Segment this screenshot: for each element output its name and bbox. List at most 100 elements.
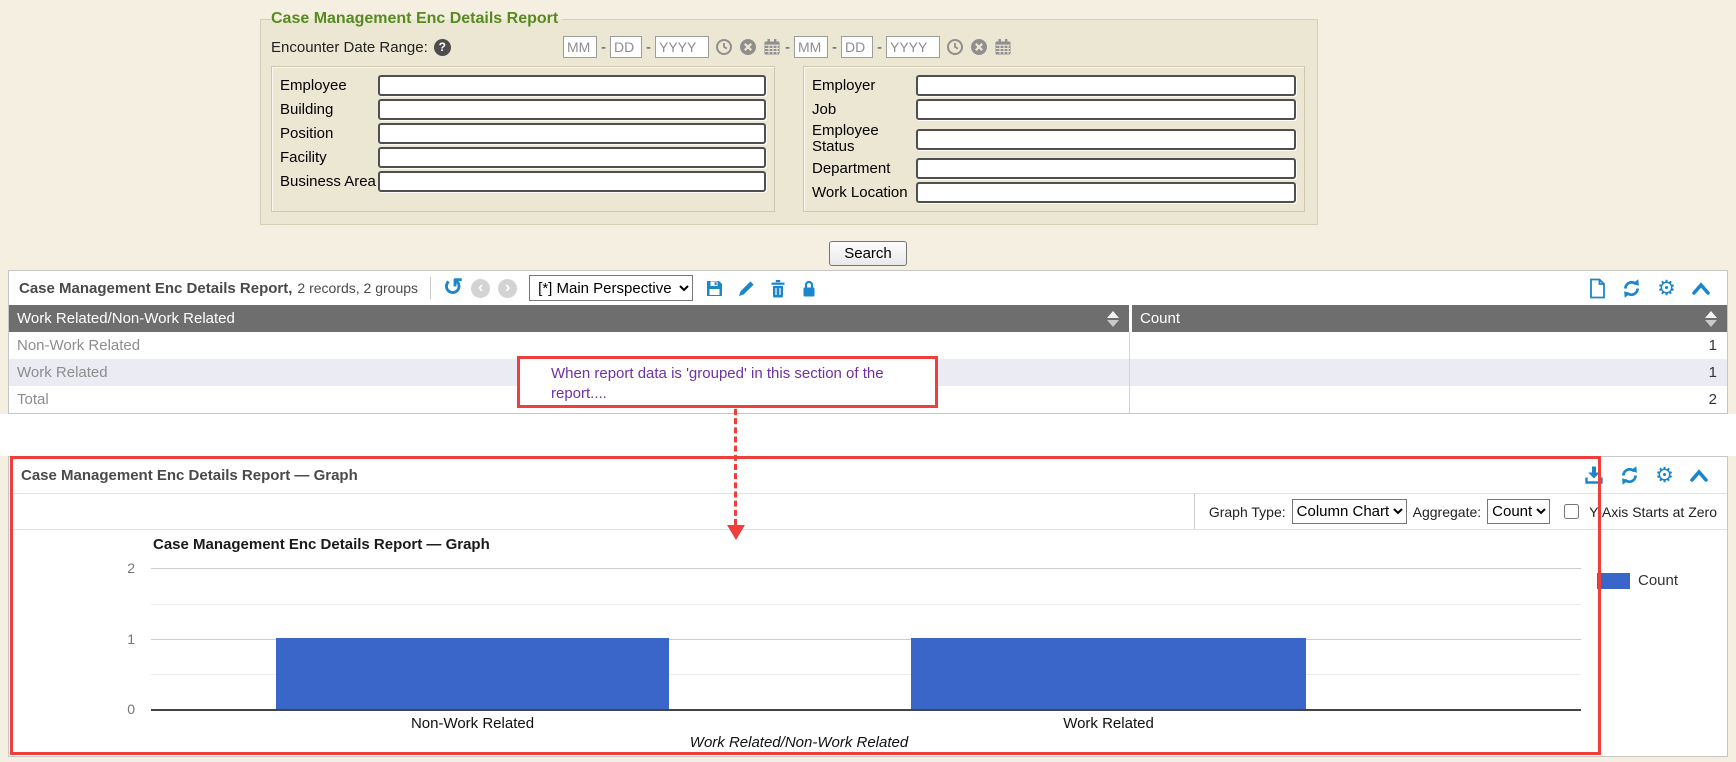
category-label: Work Related [911,715,1306,732]
work-location-input[interactable] [916,182,1296,203]
chart-legend: Count [1597,572,1678,589]
annotation-callout: When report data is 'grouped' in this se… [517,356,938,408]
column-header-count: Count [1140,310,1180,327]
y-axis-zero-label: Y-Axis Starts at Zero [1589,504,1717,520]
search-form: Case Management Enc Details Report Encou… [260,10,1318,225]
employee-input[interactable] [378,75,766,96]
count-cell: 1 [1129,332,1727,359]
left-field-panel: Employee Building Position Facility Busi… [271,66,775,212]
refresh-icon[interactable] [1621,278,1642,299]
field-label-employer: Employer [812,78,916,94]
end-year-input[interactable] [886,36,940,58]
right-field-panel: Employer Job Employee Status Department … [803,66,1305,212]
clear-date-icon[interactable] [739,38,757,56]
y-tick-1: 1 [109,631,135,647]
table-row[interactable]: Non-Work Related 1 [9,332,1727,359]
page: { "icons": { "help": "?", "undo": "↺", "… [0,0,1736,762]
collapse-chevron-icon[interactable] [1689,468,1709,483]
annotation-arrow-head [727,525,745,540]
edit-pencil-icon[interactable] [737,279,756,298]
column-chart: Case Management Enc Details Report — Gra… [9,530,1727,756]
search-button[interactable]: Search [829,241,907,266]
save-icon[interactable] [705,279,724,298]
y-axis-zero-checkbox[interactable] [1564,504,1579,519]
range-separator: - [785,39,790,56]
y-tick-0: 0 [109,701,135,717]
delete-trash-icon[interactable] [769,279,787,298]
annotation-arrow-line [734,409,737,525]
report-title: Case Management Enc Details Report, [19,280,292,297]
collapse-chevron-icon[interactable] [1691,281,1711,296]
clock-icon[interactable] [715,38,733,56]
graph-header: Case Management Enc Details Report — Gra… [9,457,1727,494]
start-month-input[interactable] [563,36,597,58]
date-range-start: - - - - - [563,36,1012,58]
new-document-icon[interactable] [1589,278,1606,299]
graph-section-title: Case Management Enc Details Report — Gra… [21,467,358,484]
calendar-icon[interactable] [763,38,781,56]
refresh-icon[interactable] [1619,465,1640,486]
column-header-group: Work Related/Non-Work Related [17,310,235,327]
prev-page-icon[interactable]: ‹ [471,279,490,298]
section-gap [0,414,1736,456]
field-label-employee-status: Employee Status [812,123,916,155]
bar-work-related[interactable] [911,638,1306,709]
report-meta: 2 records, 2 groups [297,280,418,296]
graph-controls-row: Graph Type: Column Chart Aggregate: Coun… [9,494,1727,530]
start-day-input[interactable] [610,36,642,58]
date-range-label: Encounter Date Range: [271,39,428,56]
toolbar-divider [430,277,431,299]
perspective-select[interactable]: [*] Main Perspective [529,275,693,301]
business-area-input[interactable] [378,171,766,192]
field-label-employee: Employee [280,78,378,94]
job-input[interactable] [916,99,1296,120]
employer-input[interactable] [916,75,1296,96]
graph-type-label: Graph Type: [1209,504,1286,520]
position-input[interactable] [378,123,766,144]
clear-date-icon[interactable] [970,38,988,56]
gridline-2 [151,568,1581,569]
settings-gear-icon[interactable]: ⚙ [1655,465,1674,485]
next-page-icon[interactable]: › [498,279,517,298]
x-axis-baseline [151,709,1581,711]
sort-icon[interactable] [1705,311,1717,327]
field-label-department: Department [812,161,916,177]
table-header: Work Related/Non-Work Related Count [9,305,1727,332]
report-toolbar: Case Management Enc Details Report, 2 re… [9,271,1727,305]
legend-label: Count [1638,572,1678,589]
field-label-building: Building [280,102,378,118]
category-label: Non-Work Related [276,715,669,732]
graph-type-select[interactable]: Column Chart [1292,499,1407,524]
x-axis-title: Work Related/Non-Work Related [159,734,1439,751]
end-day-input[interactable] [841,36,873,58]
group-cell: Non-Work Related [9,337,1129,354]
start-year-input[interactable] [655,36,709,58]
download-icon[interactable] [1584,465,1604,485]
legend-swatch [1597,573,1630,589]
count-cell: 1 [1129,359,1727,386]
field-label-facility: Facility [280,150,378,166]
building-input[interactable] [378,99,766,120]
date-separator: - [601,39,606,56]
employee-status-input[interactable] [916,129,1296,150]
clock-icon[interactable] [946,38,964,56]
calendar-icon[interactable] [994,38,1012,56]
undo-icon[interactable]: ↺ [443,278,463,298]
bar-non-work-related[interactable] [276,638,669,709]
gridline-minor [151,604,1581,605]
end-month-input[interactable] [794,36,828,58]
top-band: Case Management Enc Details Report Encou… [0,0,1736,270]
settings-gear-icon[interactable]: ⚙ [1657,278,1676,298]
count-cell: 2 [1129,386,1727,413]
department-input[interactable] [916,158,1296,179]
chart-title: Case Management Enc Details Report — Gra… [153,536,490,553]
aggregate-label: Aggregate: [1413,504,1482,520]
y-tick-2: 2 [109,560,135,576]
aggregate-select[interactable]: Count [1487,499,1550,524]
date-range-row: Encounter Date Range: ? - - - [271,32,1307,62]
help-icon[interactable]: ? [434,39,451,56]
graph-section: Case Management Enc Details Report — Gra… [8,456,1728,757]
lock-icon[interactable] [800,279,818,298]
sort-icon[interactable] [1107,311,1119,327]
facility-input[interactable] [378,147,766,168]
